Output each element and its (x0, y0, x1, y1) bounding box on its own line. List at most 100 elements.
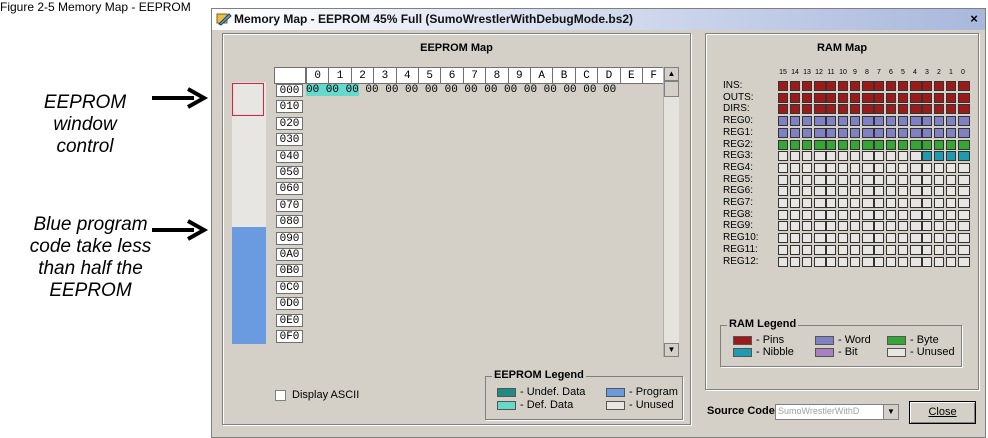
ram-legend-label: - Pins (756, 334, 785, 346)
def-data-swatch (497, 401, 516, 410)
ram-bit-cell (826, 139, 836, 150)
ram-bit-cell (826, 104, 836, 115)
ram-bit-cell (790, 256, 800, 267)
ram-bit-cell (874, 81, 884, 91)
ram-bit-cell (802, 116, 812, 127)
ram-bit-cell (850, 244, 860, 255)
ram-bit-cell (838, 92, 848, 103)
ram-bit-cell (862, 139, 874, 150)
ram-bit-cell (898, 92, 908, 103)
ram-row-label: REG8: (723, 208, 754, 220)
ram-bit-cell (850, 151, 860, 162)
ram-legend-swatch (887, 336, 906, 345)
arrow-icon (152, 87, 209, 109)
eeprom-map-title: EEPROM Map (420, 42, 493, 54)
ram-bit-cell (838, 186, 848, 197)
ram-bit-cell (886, 186, 896, 197)
ram-bit-cell (814, 104, 826, 115)
ram-bit-cell (898, 256, 908, 267)
ram-bit-cell (898, 198, 908, 208)
ram-bit-cell (850, 139, 860, 150)
column-header: C (574, 67, 599, 84)
ram-row-label: REG4: (723, 161, 754, 173)
ram-bit-cell (862, 221, 874, 232)
ram-bit-cell (826, 186, 836, 197)
ram-bit-cell (910, 186, 922, 197)
ram-bit-cell (814, 162, 826, 173)
ram-bit-cell (898, 233, 908, 244)
ram-bit-cell (934, 139, 944, 150)
ram-legend-swatch (733, 336, 752, 345)
ram-bit-cell (850, 186, 860, 197)
ram-bit-cell (946, 81, 956, 91)
row-header: 010 (276, 100, 303, 114)
close-icon[interactable]: × (966, 12, 982, 26)
ram-bit-cell (898, 162, 908, 173)
ram-bit-cell (862, 104, 874, 115)
column-header: 4 (395, 67, 419, 84)
ram-bit-cell (814, 244, 826, 255)
eeprom-window-control[interactable] (232, 83, 264, 116)
ram-bit-cell (898, 104, 908, 115)
eeprom-scrollbar[interactable]: ▲ ▼ (663, 67, 679, 357)
ram-bit-cell (802, 127, 812, 138)
ram-bit-cell (946, 127, 956, 138)
ram-bit-cell (790, 209, 800, 220)
ram-bit-cell (898, 221, 908, 232)
row-header: 050 (276, 166, 303, 179)
scroll-thumb[interactable] (664, 81, 679, 97)
scroll-down-icon[interactable]: ▼ (664, 343, 679, 357)
ram-bit-cell (778, 186, 788, 197)
ram-bit-cell (874, 139, 884, 150)
ram-bit-cell (910, 116, 922, 127)
ram-bit-cell (934, 186, 944, 197)
ram-row-label: INS: (723, 80, 743, 91)
ram-bit-cell (946, 244, 956, 255)
ram-bit-cell (886, 198, 896, 208)
ram-bit-cell (790, 186, 800, 197)
ram-bit-cell (934, 127, 944, 138)
ram-map-title: RAM Map (816, 42, 868, 54)
ram-bit-cell (778, 127, 788, 138)
row-header: 0A0 (276, 248, 303, 261)
ram-bit-cell (946, 151, 956, 162)
scroll-up-icon[interactable]: ▲ (664, 67, 679, 81)
ram-bit-cell (910, 162, 922, 173)
ram-bit-cell (790, 174, 800, 185)
def-data-label: - Def. Data (520, 399, 574, 411)
ram-bit-cell (886, 209, 896, 220)
row-header: 030 (276, 133, 303, 147)
ram-bit-cell (862, 186, 874, 197)
ram-row-label: REG10: (723, 232, 759, 244)
program-swatch (606, 388, 625, 397)
ram-bit-cell (862, 92, 874, 103)
ram-bit-cell (874, 92, 884, 103)
ram-bit-cell (946, 221, 956, 232)
ram-bit-cell (922, 233, 932, 244)
ram-bit-cell (886, 92, 896, 103)
figure-caption: Figure 2-5 Memory Map - EEPROM (0, 0, 191, 14)
arrow-icon (152, 219, 209, 241)
ram-bit-cell (946, 92, 956, 103)
row-header: 060 (276, 182, 303, 196)
ram-bit-cell (898, 139, 908, 150)
title-bar[interactable]: Memory Map - EEPROM 45% Full (SumoWrestl… (212, 9, 985, 30)
display-ascii-label[interactable]: Display ASCII (292, 389, 359, 401)
close-button[interactable]: Close (909, 401, 976, 424)
ram-bit-cell (946, 186, 956, 197)
ram-bit-cell (838, 81, 848, 91)
display-ascii-checkbox[interactable] (275, 390, 286, 401)
ram-bit-cell (910, 104, 922, 115)
window-title: Memory Map - EEPROM 45% Full (SumoWrestl… (234, 12, 634, 26)
source-code-select[interactable]: SumoWrestlerWithD ▼ (775, 404, 899, 420)
eeprom-grid-body (306, 95, 664, 357)
ram-bit-cell (874, 221, 884, 232)
ram-bit-cell (814, 186, 826, 197)
chevron-down-icon[interactable]: ▼ (883, 405, 898, 419)
ram-bit-cell (838, 198, 848, 208)
ram-bit-cell (790, 104, 800, 115)
ram-bit-cell (934, 221, 944, 232)
ram-bit-cell (802, 92, 812, 103)
ram-bit-cell (826, 174, 836, 185)
ram-bit-cell (814, 81, 826, 91)
